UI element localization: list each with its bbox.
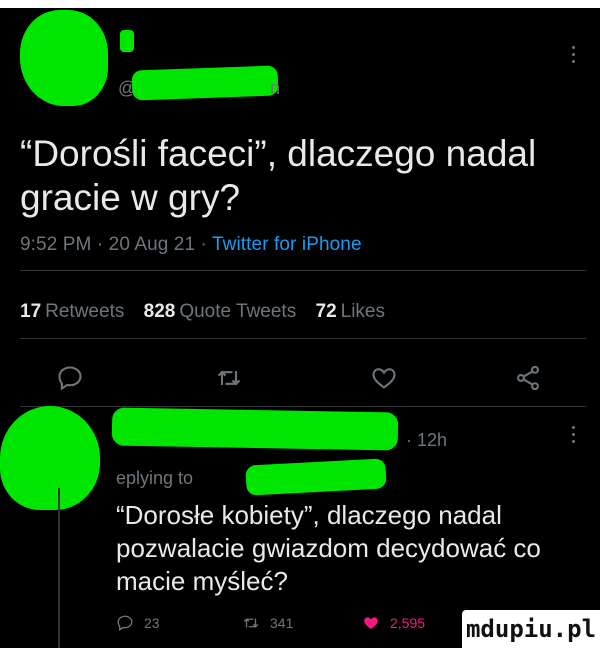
- tweet-meta: 9:52 PM · 20 Aug 21 · Twitter for iPhone: [20, 234, 362, 255]
- tweet-time: 9:52 PM: [20, 234, 92, 255]
- tweet-source[interactable]: Twitter for iPhone: [212, 234, 362, 255]
- redacted-handle: [131, 65, 279, 101]
- reply-like[interactable]: 2,595: [362, 614, 425, 632]
- avatar[interactable]: [20, 10, 108, 106]
- more-icon[interactable]: [572, 426, 576, 447]
- reply-reply[interactable]: 23: [116, 614, 160, 632]
- reply-icon[interactable]: [56, 364, 84, 392]
- like-icon: [364, 617, 378, 629]
- reply-retweet[interactable]: 341: [242, 614, 293, 632]
- reply-avatar[interactable]: [0, 406, 100, 510]
- redacted-reply-name: [111, 407, 399, 451]
- divider: [20, 270, 586, 271]
- reply-time: · 12h: [406, 430, 448, 450]
- redacted-name: [120, 30, 134, 52]
- tweet-text: “Dorośli faceci”, dlaczego nadal gracie …: [20, 133, 537, 218]
- watermark: mdupiu.pl: [462, 610, 600, 648]
- divider: [20, 338, 586, 339]
- quotes-stat[interactable]: 828 Quote Tweets: [144, 301, 297, 322]
- redacted-mention: [245, 458, 387, 496]
- tweet-screenshot: @ n “Dorośli faceci”, dlaczego nadal gra…: [0, 8, 600, 648]
- retweets-stat[interactable]: 17 Retweets: [20, 301, 124, 322]
- retweet-icon: [243, 618, 259, 628]
- like-icon[interactable]: [370, 364, 398, 392]
- divider: [20, 406, 586, 407]
- reply-icon: [117, 615, 133, 631]
- thread-line: [58, 488, 60, 648]
- likes-stat[interactable]: 72 Likes: [316, 301, 386, 322]
- handle-suffix: n: [270, 78, 281, 98]
- tweet-date: 20 Aug 21: [108, 234, 196, 255]
- more-icon[interactable]: [572, 46, 576, 67]
- reply-text: “Dorosłe kobiety”, dlaczego nadal pozwal…: [116, 500, 541, 596]
- top-border: [0, 0, 600, 8]
- retweet-icon[interactable]: [215, 364, 243, 392]
- share-icon[interactable]: [514, 364, 542, 392]
- tweet-stats: 17 Retweets 828 Quote Tweets 72 Likes: [20, 301, 385, 323]
